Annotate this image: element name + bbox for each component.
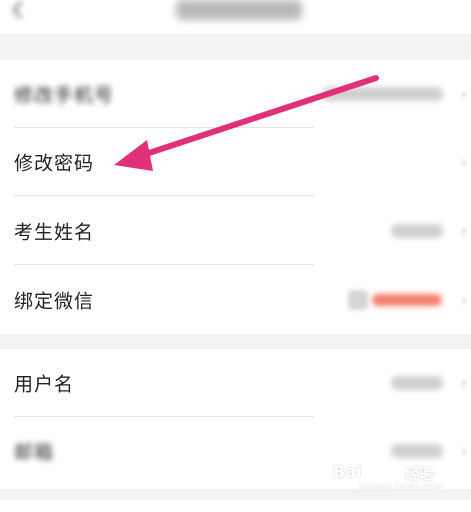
chevron-right-icon: › [460, 152, 467, 172]
setting-label: 邮箱 [14, 441, 55, 464]
setting-label: 绑定微信 [14, 290, 95, 313]
page-title [176, 0, 302, 20]
setting-value-redacted [391, 376, 443, 390]
chevron-right-icon: › [460, 221, 467, 241]
chevron-right-icon: › [460, 84, 467, 104]
wechat-status-text-redacted [372, 294, 442, 306]
watermark-brand: Bai [333, 462, 362, 481]
setting-label: 修改手机号 [14, 84, 115, 107]
watermark-brand-cn: 经验 [405, 465, 436, 483]
setting-row-username[interactable]: 用户名 › [0, 349, 471, 417]
setting-row-change-phone[interactable]: 修改手机号 › [0, 60, 471, 128]
setting-value-redacted [391, 224, 443, 238]
chevron-left-icon[interactable] [8, 0, 28, 20]
baidu-jingyan-watermark: Bai 经验 jingyan.baidu.com [333, 461, 453, 492]
settings-group-account: 修改手机号 › 修改密码 › 考生姓名 › 绑定微信 › [0, 60, 471, 334]
top-navigation-bar [0, 0, 471, 34]
divider [14, 264, 314, 265]
setting-value-redacted [391, 444, 443, 458]
divider [14, 195, 314, 196]
wechat-icon [348, 290, 368, 310]
baidu-paw-icon [379, 461, 401, 480]
setting-label: 用户名 [14, 373, 75, 396]
setting-row-student-name[interactable]: 考生姓名 › [0, 197, 471, 265]
chevron-right-icon: › [460, 373, 467, 393]
setting-label: 修改密码 [14, 152, 95, 175]
setting-label: 考生姓名 [14, 221, 95, 244]
setting-value-redacted [323, 87, 443, 101]
chevron-right-icon: › [460, 441, 467, 461]
chevron-right-icon: › [460, 290, 467, 310]
wechat-status [348, 290, 443, 310]
settings-group-partial [0, 500, 471, 512]
watermark-url: jingyan.baidu.com [359, 482, 443, 492]
setting-row-change-password[interactable]: 修改密码 › [0, 128, 471, 196]
setting-row-bind-wechat[interactable]: 绑定微信 › [0, 266, 471, 334]
